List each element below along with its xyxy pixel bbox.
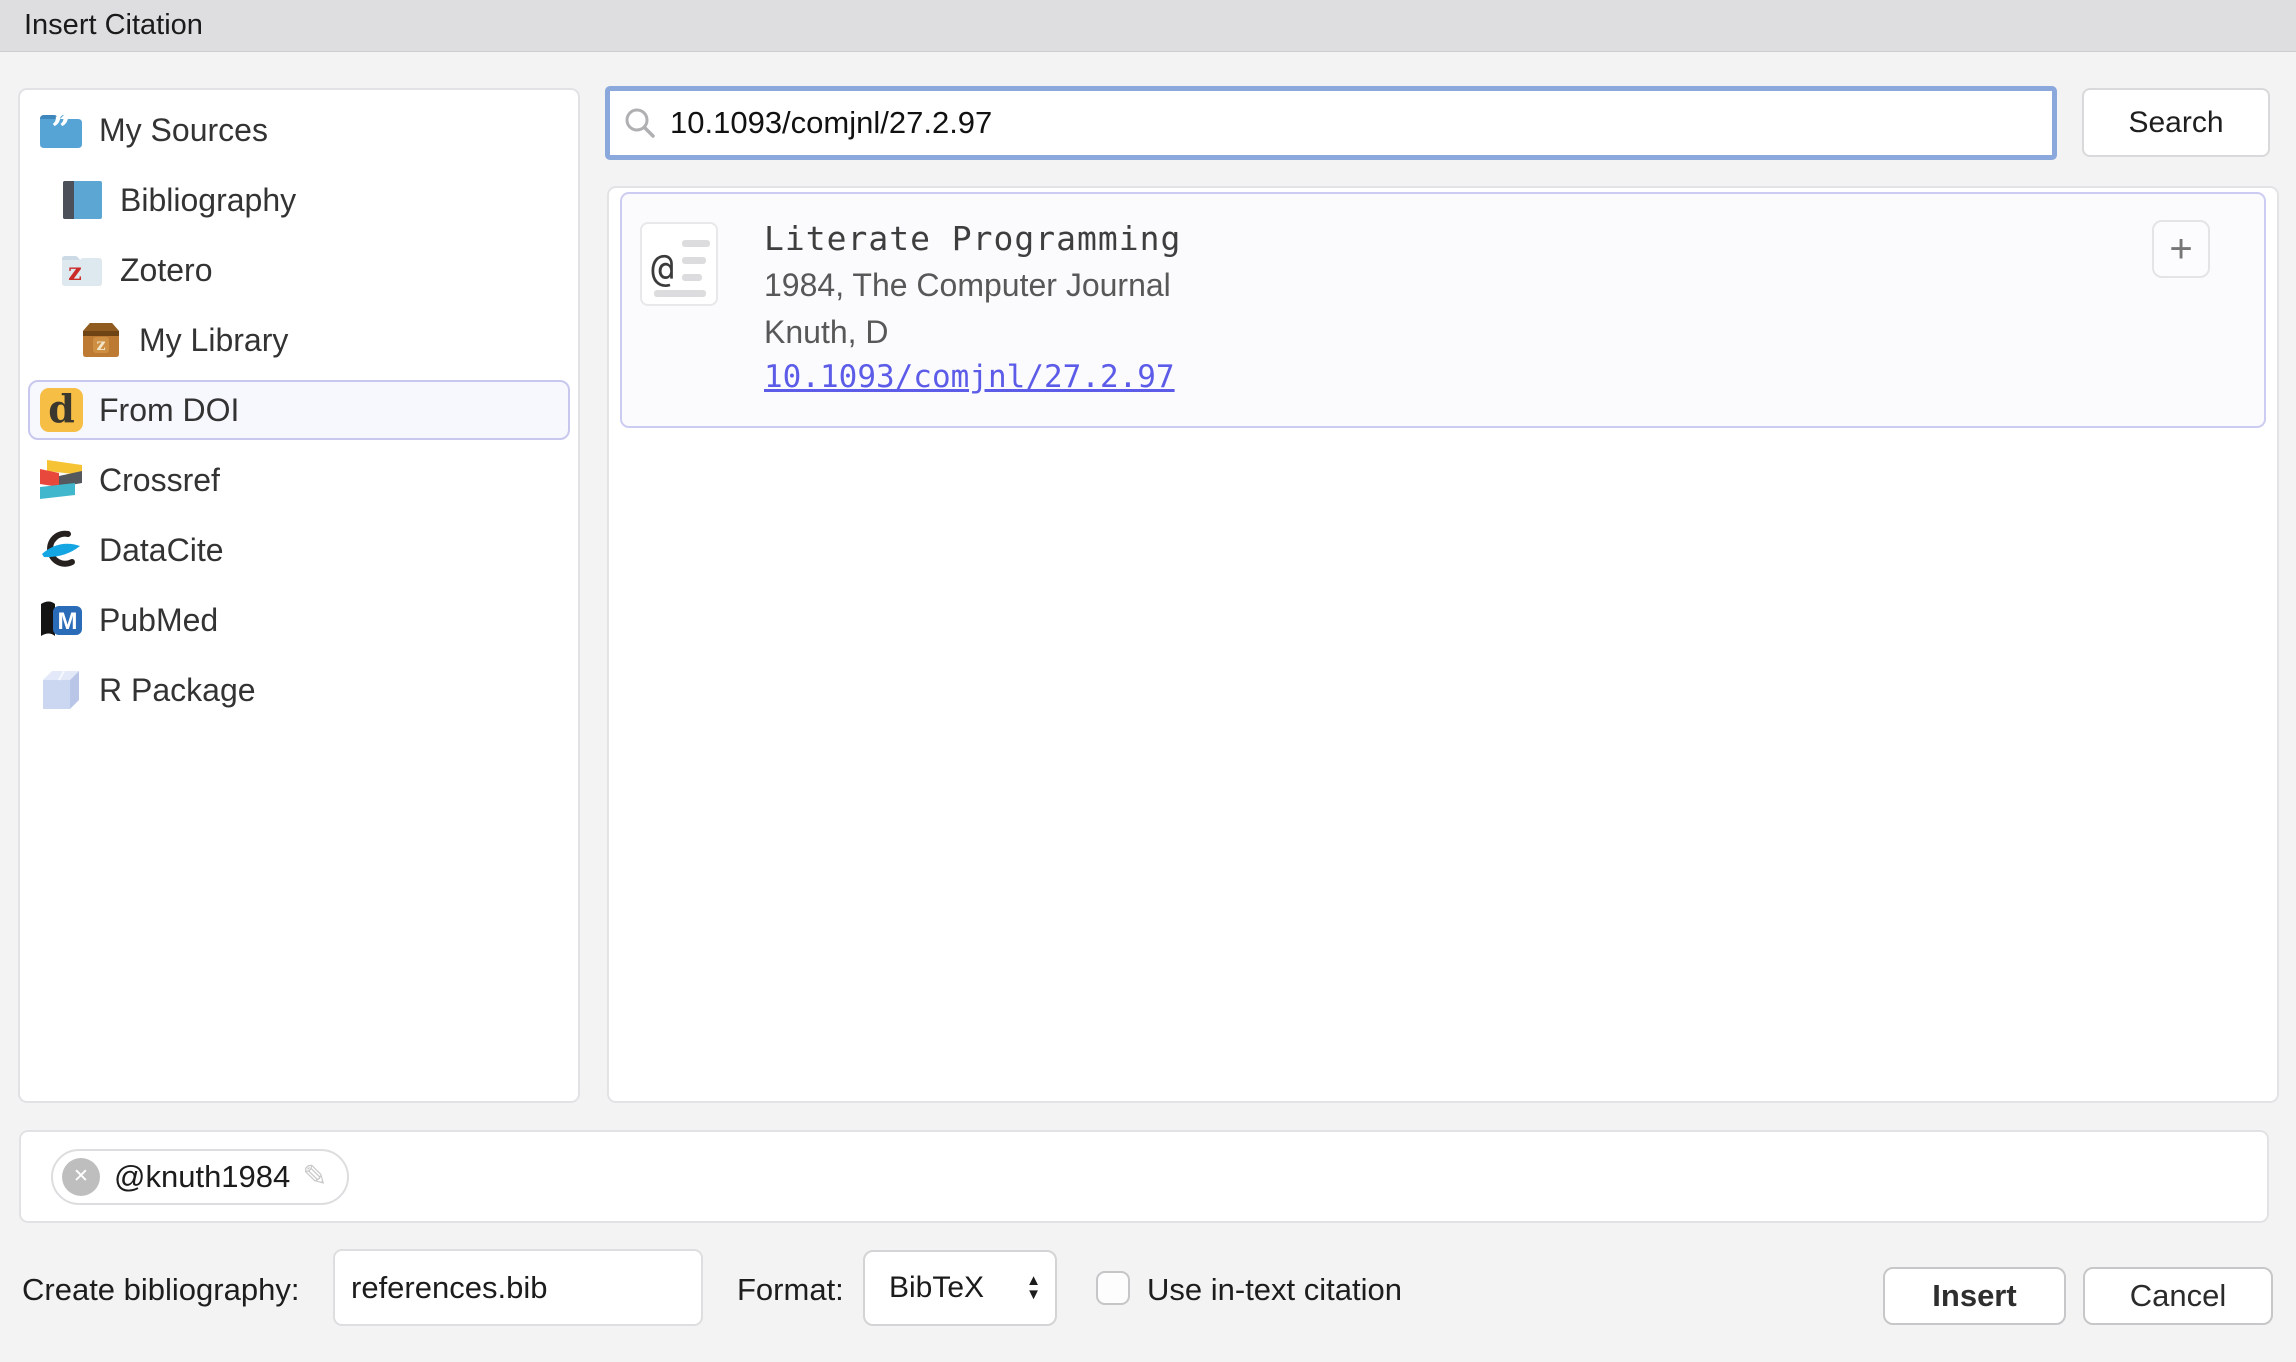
- svg-text:”: ”: [51, 110, 71, 150]
- sidebar-item-datacite[interactable]: DataCite: [20, 515, 578, 585]
- svg-text:z: z: [96, 335, 105, 354]
- use-intext-checkbox[interactable]: [1096, 1271, 1130, 1305]
- svg-text:d: d: [48, 387, 75, 431]
- doi-link[interactable]: 10.1093/comjnl/27.2.97: [764, 359, 1175, 395]
- crossref-icon: [38, 457, 84, 503]
- citation-entry-icon: @: [640, 222, 718, 306]
- format-select-value: BibTeX: [889, 1271, 984, 1305]
- select-arrows-icon: ▲▼: [1026, 1274, 1041, 1302]
- sidebar-item-label: Crossref: [99, 462, 220, 499]
- dialog-title: Insert Citation: [24, 9, 203, 42]
- sidebar-item-zotero[interactable]: z Zotero: [20, 235, 578, 305]
- citation-result-card: @ Literate Programming 1984, The Compute…: [620, 192, 2266, 428]
- citation-authors: Knuth, D: [764, 309, 1181, 356]
- format-label: Format:: [737, 1272, 844, 1308]
- sidebar-item-label: My Library: [139, 322, 288, 359]
- sidebar-item-label: DataCite: [99, 532, 224, 569]
- bibliography-icon: [59, 177, 105, 223]
- search-button[interactable]: Search: [2082, 88, 2270, 157]
- insert-button[interactable]: Insert: [1883, 1267, 2066, 1325]
- search-query-field[interactable]: [670, 91, 2052, 155]
- svg-text:M: M: [58, 608, 78, 635]
- cancel-button[interactable]: Cancel: [2083, 1267, 2273, 1325]
- sidebar-item-r-package[interactable]: R Package: [20, 655, 578, 725]
- edit-citation-icon[interactable]: ✎: [302, 1159, 327, 1194]
- svg-text:z: z: [68, 257, 82, 286]
- bibliography-filename-input[interactable]: [333, 1249, 703, 1326]
- sidebar-item-label: R Package: [99, 672, 256, 709]
- citation-tag[interactable]: ✕ @knuth1984 ✎: [51, 1149, 349, 1205]
- results-panel: @ Literate Programming 1984, The Compute…: [607, 186, 2279, 1103]
- datacite-icon: [38, 527, 84, 573]
- zotero-icon: z: [59, 247, 105, 293]
- sidebar-item-label: Zotero: [120, 252, 212, 289]
- use-intext-label: Use in-text citation: [1147, 1272, 1402, 1308]
- remove-citation-icon[interactable]: ✕: [62, 1158, 100, 1196]
- format-select[interactable]: BibTeX ▲▼: [863, 1250, 1057, 1326]
- doi-icon: d: [38, 387, 84, 433]
- citation-details: 1984, The Computer Journal: [764, 262, 1181, 309]
- r-package-icon: [38, 667, 84, 713]
- create-bibliography-label: Create bibliography:: [22, 1272, 299, 1308]
- sidebar-item-label: Bibliography: [120, 182, 296, 219]
- citation-tag-label: @knuth1984: [114, 1159, 290, 1195]
- sidebar-item-my-sources[interactable]: ” My Sources: [20, 95, 578, 165]
- pubmed-icon: M: [38, 597, 84, 643]
- dialog-title-bar: Insert Citation: [0, 0, 2296, 52]
- citation-meta: Literate Programming 1984, The Computer …: [764, 216, 1181, 395]
- selected-citations-bar: ✕ @knuth1984 ✎: [19, 1130, 2269, 1223]
- my-library-icon: z: [78, 317, 124, 363]
- search-input[interactable]: [605, 86, 2057, 160]
- sidebar-item-label: My Sources: [99, 112, 268, 149]
- sidebar-item-label: From DOI: [99, 392, 239, 429]
- my-sources-icon: ”: [38, 107, 84, 153]
- add-citation-button[interactable]: +: [2152, 220, 2210, 278]
- sidebar-item-my-library[interactable]: z My Library: [20, 305, 578, 375]
- sources-sidebar: ” My Sources Bibliography z: [18, 88, 580, 1103]
- sidebar-item-label: PubMed: [99, 602, 218, 639]
- sidebar-item-pubmed[interactable]: M PubMed: [20, 585, 578, 655]
- citation-title: Literate Programming: [764, 216, 1181, 262]
- sidebar-item-crossref[interactable]: Crossref: [20, 445, 578, 515]
- sidebar-item-bibliography[interactable]: Bibliography: [20, 165, 578, 235]
- sidebar-item-from-doi[interactable]: d From DOI: [28, 380, 570, 440]
- insert-citation-dialog: Insert Citation ” My Sources Bibliograph…: [0, 0, 2296, 1362]
- search-icon: [622, 105, 658, 141]
